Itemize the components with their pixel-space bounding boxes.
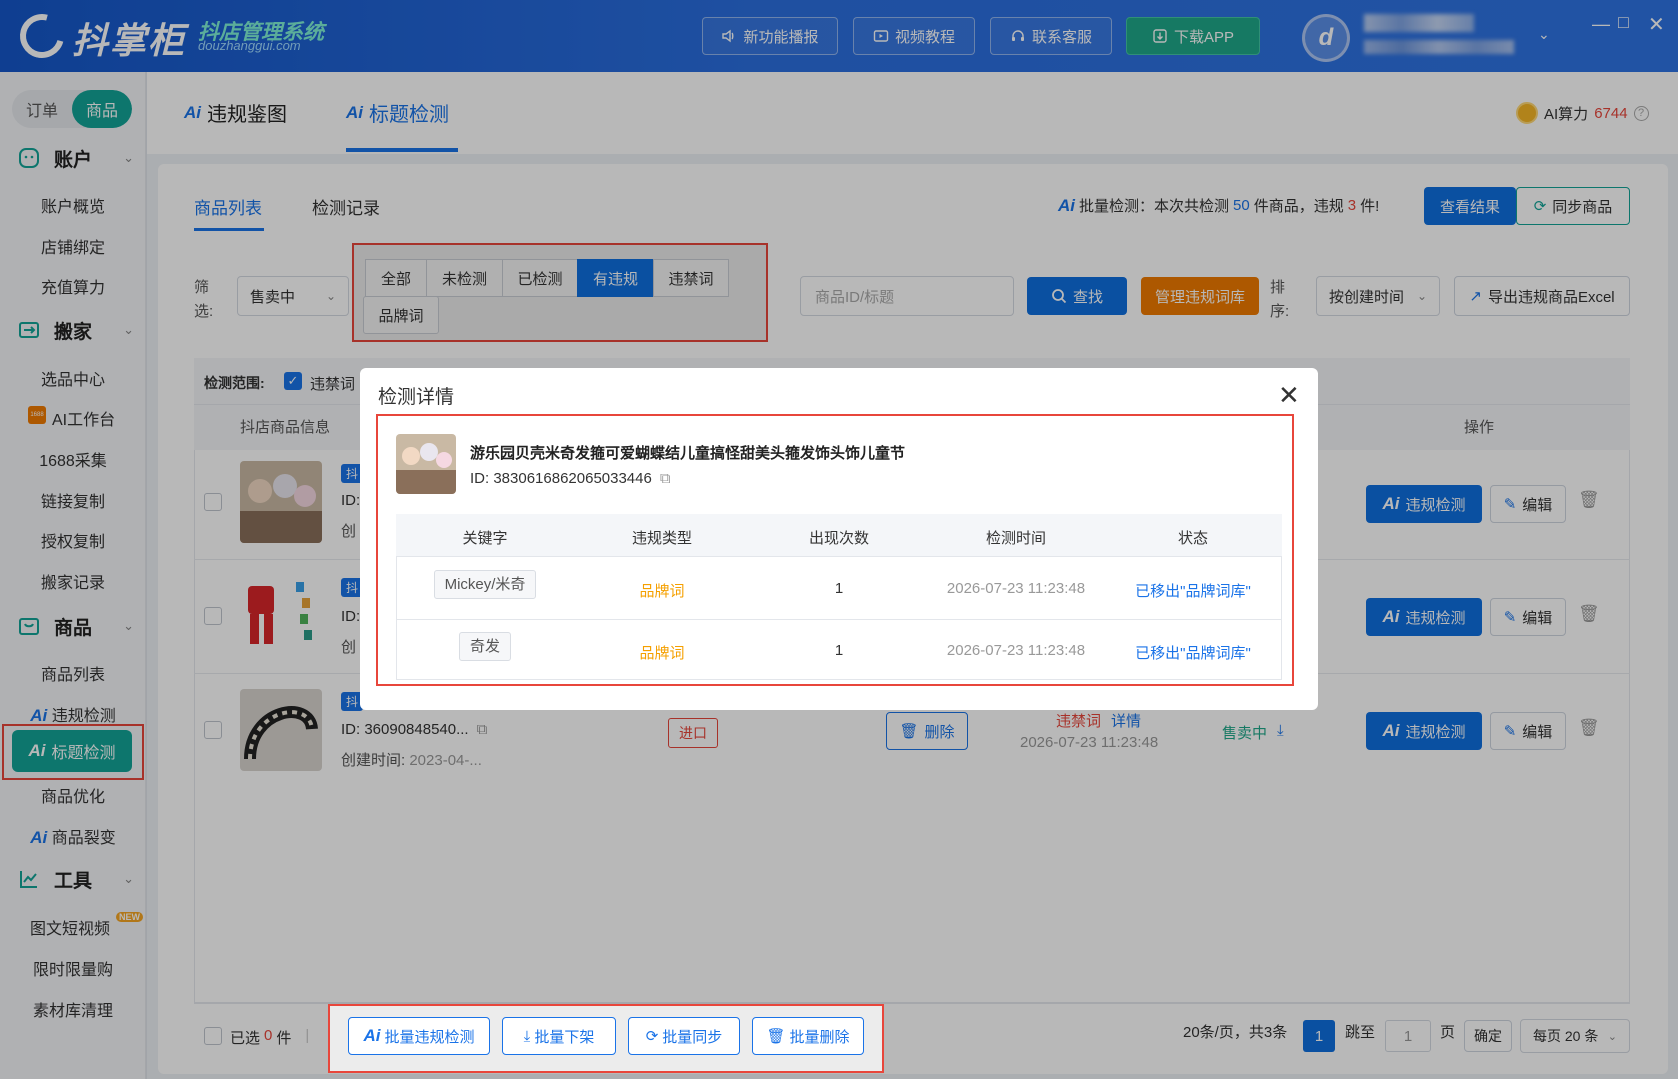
col-violation-type: 违规类型 — [631, 530, 692, 547]
keyword-tag: 奇发 — [458, 632, 511, 661]
time-cell: 2026-07-23 11:23:48 — [946, 580, 1086, 597]
modal-close-icon[interactable]: ✕ — [1278, 382, 1300, 408]
time-cell: 2026-07-23 11:23:48 — [946, 642, 1086, 659]
modal-product-thumbnail — [396, 434, 456, 494]
keyword-tag: Mickey/米奇 — [433, 570, 537, 599]
modal-title: 检测详情 — [378, 387, 455, 408]
keyword-cell: 奇发 — [396, 632, 574, 661]
batch-offshelf-label: 批量下架 — [534, 1028, 595, 1046]
batch-sync-label: 批量同步 — [662, 1028, 723, 1046]
col-status: 状态 — [1177, 530, 1208, 547]
copy-icon[interactable]: ⧉ — [660, 470, 671, 487]
status-cell[interactable]: 已移出"品牌词库" — [1104, 642, 1282, 663]
keyword-cell: Mickey/米奇 — [396, 570, 574, 599]
col-check-time: 检测时间 — [985, 530, 1046, 547]
batch-sync-button[interactable]: ⟳ 批量同步 — [628, 1017, 740, 1055]
refresh-icon: ⟳ — [645, 1028, 659, 1045]
trash-icon: 🗑 — [766, 1028, 786, 1045]
type-cell: 品牌词 — [639, 583, 685, 600]
ai-icon: Ai — [363, 1026, 381, 1045]
batch-delete-button[interactable]: 🗑 批量删除 — [752, 1017, 864, 1055]
modal-row-divider — [396, 619, 1282, 620]
batch-offshelf-button[interactable]: ⤓ 批量下架 — [502, 1017, 616, 1055]
batch-violation-check-button[interactable]: Ai 批量违规检测 — [348, 1017, 490, 1055]
col-count: 出现次数 — [808, 530, 869, 547]
modal-product-name: 游乐园贝壳米奇发箍可爱蝴蝶结儿童搞怪甜美头箍发饰头饰儿童节 — [470, 445, 906, 462]
modal-product-id: ID: 3830616862065033446 ⧉ — [470, 470, 671, 487]
batch-violation-check-label: 批量违规检测 — [384, 1028, 475, 1046]
batch-delete-label: 批量删除 — [789, 1028, 850, 1046]
count-cell: 1 — [834, 642, 844, 659]
col-keyword: 关键字 — [462, 530, 508, 547]
type-cell: 品牌词 — [639, 645, 685, 662]
download-icon: ⤓ — [523, 1027, 531, 1045]
count-cell: 1 — [834, 580, 844, 597]
status-cell[interactable]: 已移出"品牌词库" — [1104, 580, 1282, 601]
modal-product-id-text: ID: 3830616862065033446 — [470, 470, 652, 487]
